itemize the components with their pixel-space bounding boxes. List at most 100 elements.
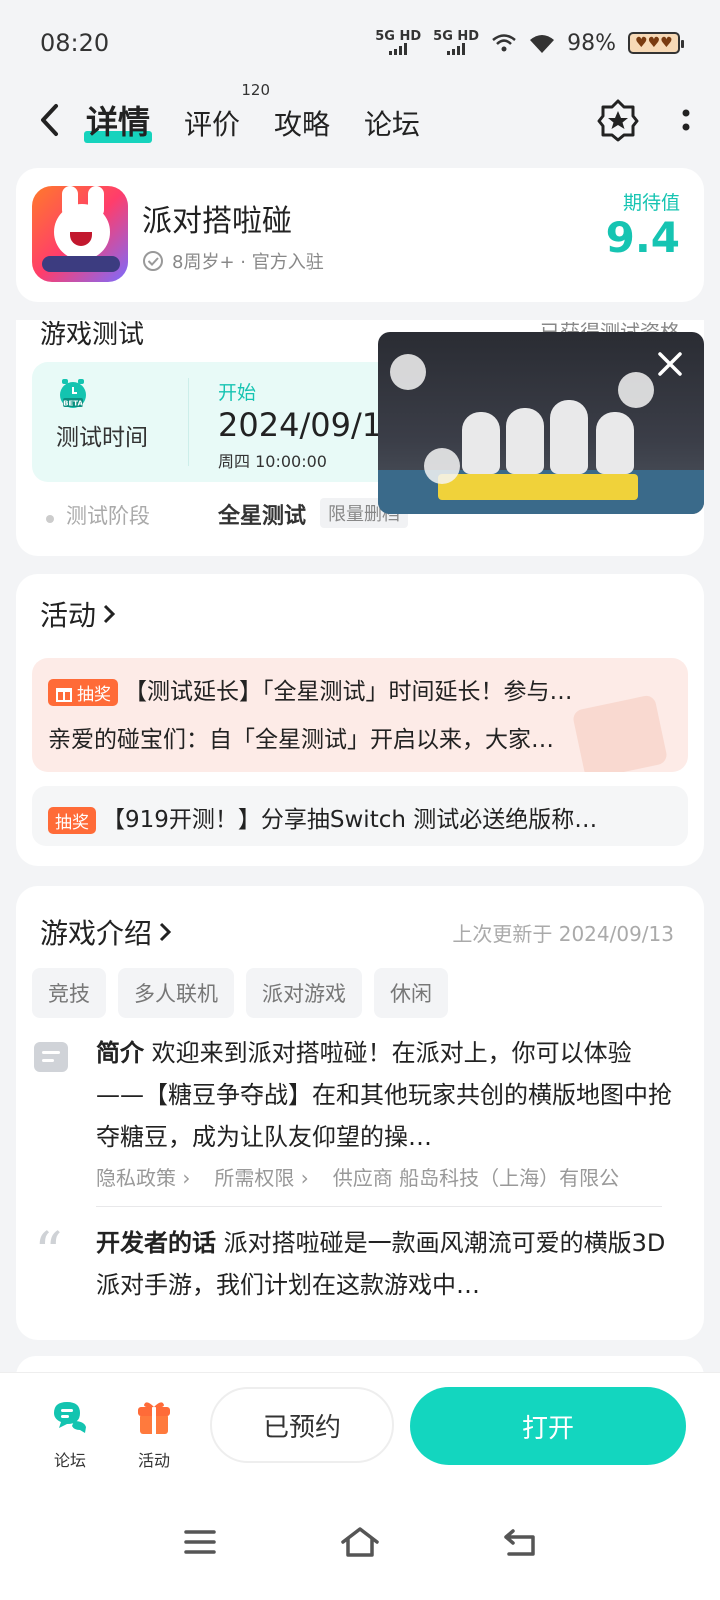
status-bar: 08:20 5G HD 5G HD 98% ♥♥♥ — [0, 0, 720, 86]
tab-guides[interactable]: 攻略 — [274, 103, 330, 143]
bullet-dot — [46, 515, 54, 523]
tab-label: 论坛 — [364, 108, 421, 141]
start-weekday-time: 周四 10:00:00 — [218, 452, 327, 471]
tag-chip[interactable]: 休闲 — [374, 968, 448, 1018]
top-nav: 详情 评价 120 攻略 论坛 — [0, 81, 720, 152]
activity-label: 活动 — [137, 1451, 170, 1470]
open-button[interactable]: 打开 — [410, 1387, 686, 1465]
tag-list: 竞技 多人联机 派对游戏 休闲 — [32, 968, 448, 1018]
back-icon — [504, 1529, 535, 1556]
gift-icon — [56, 687, 72, 702]
lottery-tag: 抽奖 — [48, 807, 96, 834]
activity-title: 活动 — [40, 599, 97, 632]
game-intro-card: 游戏介绍 上次更新于 2024/09/13 竞技 多人联机 派对游戏 休闲 简介… — [16, 886, 704, 1340]
battery-percent: 98% — [567, 30, 616, 56]
heart-battery-icon: ♥♥♥ — [628, 32, 684, 54]
activity-headline-row: 抽奖 【测试延长】「全星测试」时间延长！参与… — [48, 672, 668, 706]
review-count: 120 — [241, 81, 271, 99]
quote-icon: “ — [34, 1221, 63, 1286]
more-vertical-icon[interactable] — [680, 105, 692, 135]
beta-alarm-icon: BETA — [60, 379, 86, 408]
activity-button[interactable]: 活动 — [124, 1397, 184, 1471]
developer-note-label: 开发者的话 — [96, 1229, 216, 1257]
wifi-icon — [530, 35, 555, 53]
start-date: 2024/09/1 — [218, 406, 383, 444]
tab-label: 攻略 — [274, 108, 331, 141]
divider — [96, 1206, 662, 1207]
tag-chip[interactable]: 竞技 — [32, 968, 106, 1018]
tab-details[interactable]: 详情 — [84, 97, 153, 143]
forum-button[interactable]: 论坛 — [40, 1397, 100, 1471]
bottom-action-bar: 论坛 活动 已预约 打开 — [0, 1372, 720, 1480]
tab-label: 详情 — [86, 103, 151, 141]
start-label: 开始 — [218, 382, 257, 404]
sim1-label: 5G HD — [375, 29, 422, 44]
test-section-title: 游戏测试 — [40, 320, 145, 350]
activity-section-header[interactable]: 活动 — [40, 594, 116, 634]
back-button[interactable] — [28, 98, 72, 142]
chevron-right-icon — [159, 922, 172, 942]
star-badge-icon[interactable] — [596, 98, 640, 142]
forum-label: 论坛 — [53, 1451, 86, 1470]
last-updated: 上次更新于 2024/09/13 — [452, 922, 674, 946]
privacy-policy-link[interactable]: 隐私政策 › — [96, 1162, 190, 1191]
test-stage-label: 测试阶段 — [66, 504, 150, 528]
home-button[interactable] — [338, 1520, 382, 1564]
summary-label: 简介 — [96, 1039, 144, 1067]
close-icon — [658, 352, 682, 376]
activity-headline: 【测试延长】「全星测试」时间延长！参与… — [124, 679, 573, 705]
system-navigation-bar — [0, 1480, 720, 1600]
close-video-button[interactable] — [652, 346, 688, 382]
expectation-score: 期待值 9.4 — [606, 188, 680, 261]
status-indicators: 5G HD 5G HD 98% ♥♥♥ — [375, 29, 684, 56]
signal-icon: 5G HD — [375, 29, 422, 55]
tab-bar: 详情 评价 120 攻略 论坛 — [84, 81, 420, 143]
floating-video-player[interactable] — [378, 332, 704, 514]
intro-section-header[interactable]: 游戏介绍 — [40, 912, 172, 952]
status-time: 08:20 — [40, 29, 110, 57]
svg-text:BETA: BETA — [63, 400, 83, 408]
intro-title: 游戏介绍 — [40, 917, 153, 950]
verified-check-icon — [143, 251, 163, 271]
recent-apps-button[interactable] — [178, 1520, 222, 1564]
supplier-info: 供应商 船岛科技（上海）有限公 — [332, 1166, 620, 1190]
activity-item[interactable]: 抽奖 【919开测！】分享抽Switch 测试必送绝版称… — [32, 786, 688, 846]
back-arrow-icon — [41, 104, 58, 136]
game-app-icon[interactable] — [32, 186, 128, 282]
game-title: 派对搭啦碰 — [142, 204, 292, 239]
activity-desc: 亲爱的碰宝们：自「全星测试」开启以来，大家… — [48, 727, 554, 753]
sim2-label: 5G HD — [433, 29, 480, 44]
intro-summary[interactable]: 简介 欢迎来到派对搭啦碰！在派对上，你可以体验——【糖豆争夺战】在和其他玩家共创… — [96, 1032, 678, 1158]
document-icon — [34, 1042, 68, 1072]
test-stage-value: 全星测试 — [218, 504, 307, 529]
lottery-tag-label: 抽奖 — [77, 685, 111, 705]
wifi-calling-icon — [492, 34, 516, 52]
tag-chip[interactable]: 多人联机 — [118, 968, 234, 1018]
tag-chip[interactable]: 派对游戏 — [246, 968, 362, 1018]
divider — [188, 378, 189, 466]
activity-item[interactable]: 抽奖 【测试延长】「全星测试」时间延长！参与… 亲爱的碰宝们：自「全星测试」开启… — [32, 658, 688, 772]
gift-icon — [138, 1402, 170, 1434]
game-meta-text: 8周岁+ · 官方入驻 — [172, 252, 324, 273]
activity-card: 活动 抽奖 【测试延长】「全星测试」时间延长！参与… 亲爱的碰宝们：自「全星测试… — [16, 574, 704, 866]
chevron-right-icon — [103, 604, 116, 624]
intro-links: 隐私政策 › 所需权限 › 供应商 船岛科技（上海）有限公 — [96, 1162, 678, 1191]
lottery-tag-label: 抽奖 — [55, 813, 89, 833]
lottery-tag: 抽奖 — [48, 679, 118, 706]
activity-headline: 【919开测！】分享抽Switch 测试必送绝版称… — [102, 807, 598, 833]
system-back-button[interactable] — [498, 1520, 542, 1564]
permissions-link[interactable]: 所需权限 › — [214, 1162, 308, 1191]
developer-note[interactable]: 开发者的话 派对搭啦碰是一款画风潮流可爱的横版3D派对手游，我们计划在这款游戏中… — [96, 1222, 678, 1306]
chat-bubbles-icon — [54, 1402, 86, 1433]
test-time-label: 测试时间 — [56, 425, 148, 451]
reserved-button[interactable]: 已预约 — [210, 1387, 394, 1463]
expect-value: 9.4 — [605, 213, 680, 262]
tab-reviews[interactable]: 评价 120 — [184, 81, 270, 143]
tab-label: 评价 — [184, 108, 241, 141]
game-header-card: 派对搭啦碰 8周岁+ · 官方入驻 期待值 9.4 — [16, 168, 704, 302]
signal-icon: 5G HD — [433, 29, 480, 55]
menu-icon — [184, 1530, 216, 1554]
home-icon — [341, 1527, 379, 1557]
tab-forum[interactable]: 论坛 — [364, 103, 420, 143]
activity-headline-row: 抽奖 【919开测！】分享抽Switch 测试必送绝版称… — [48, 800, 668, 834]
